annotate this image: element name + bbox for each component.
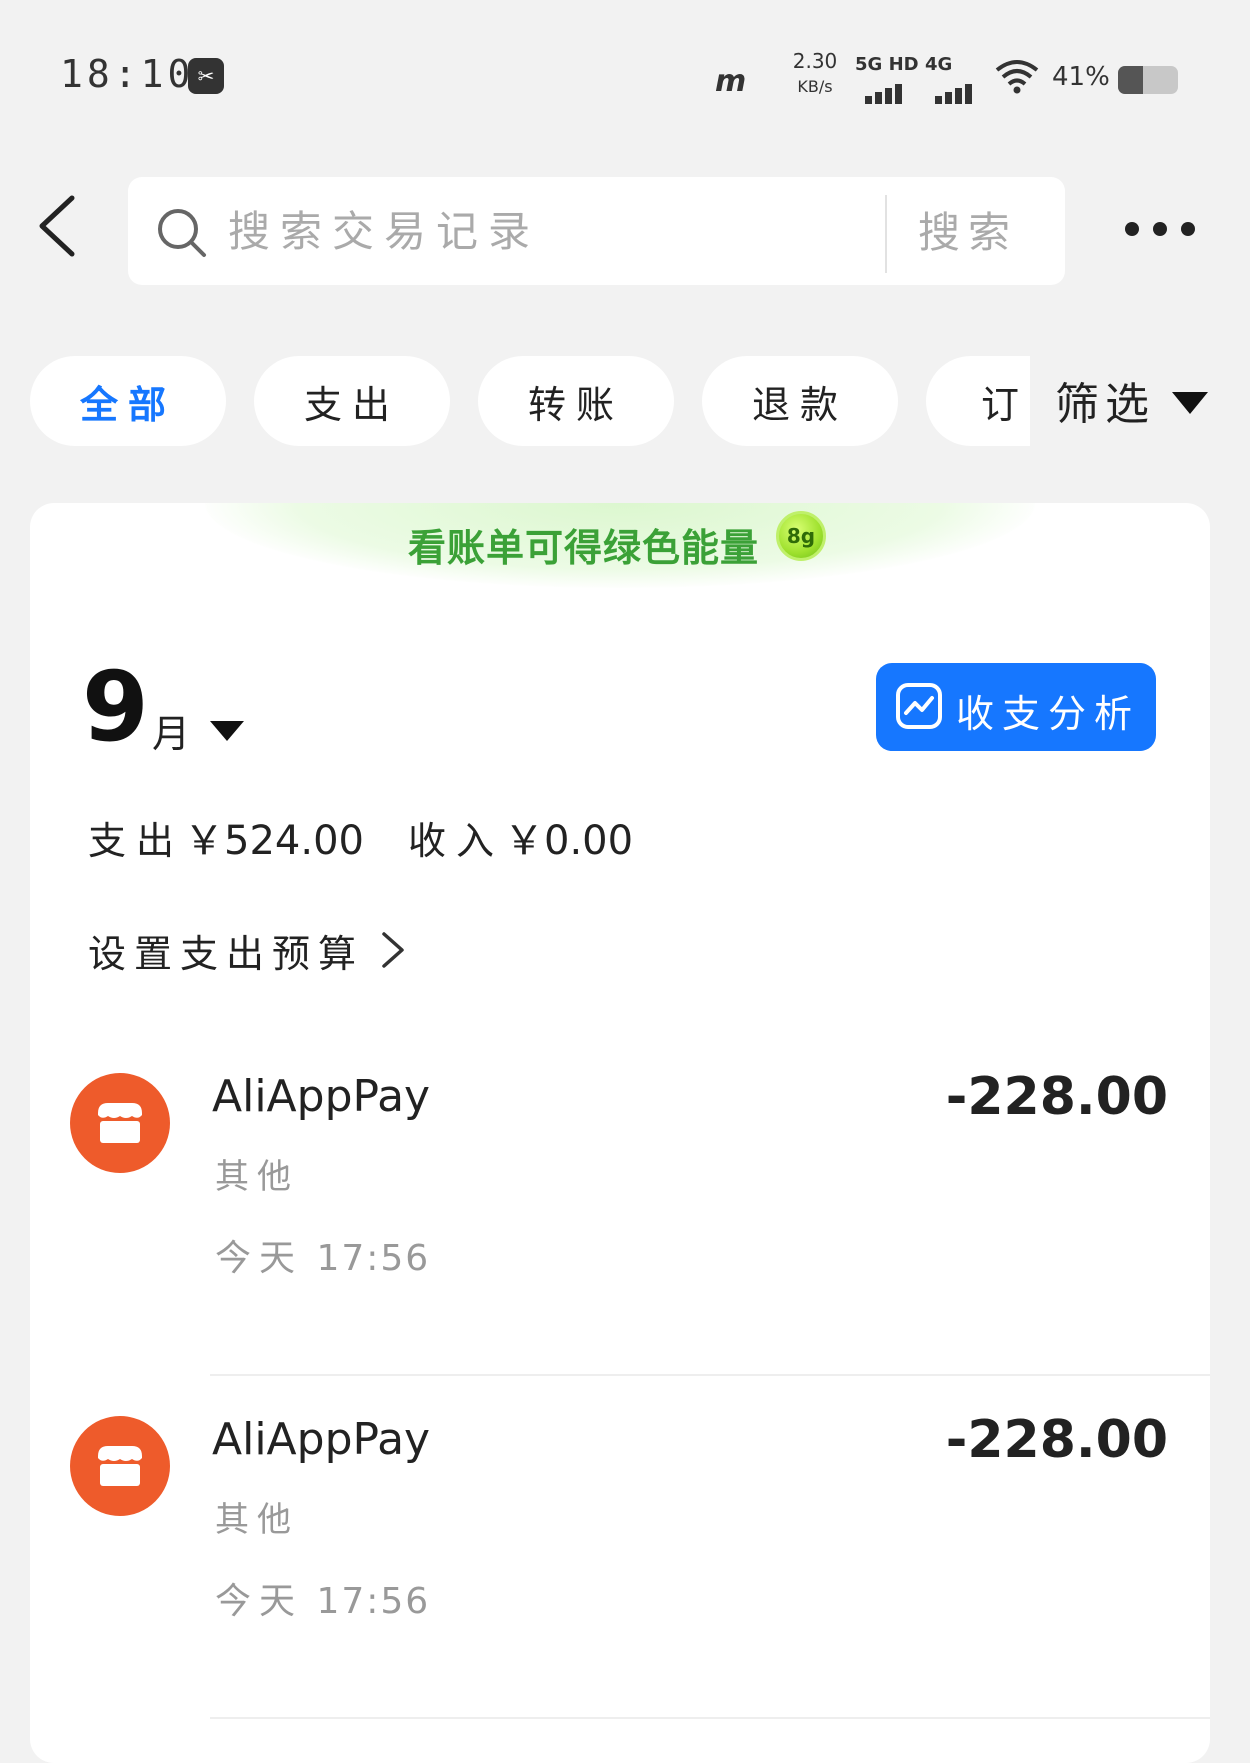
tab-all[interactable]: 全部 (30, 356, 226, 446)
carrier-logo: m (715, 64, 746, 99)
sim1-signal: 5G HD (855, 54, 925, 104)
transaction-date: 今天 (215, 1581, 304, 1622)
caret-down-icon[interactable] (1172, 392, 1208, 414)
transaction-clock: 17:56 (316, 1238, 431, 1279)
tab-transfer[interactable]: 转账 (478, 356, 674, 446)
network-speed-value: 2.30 (792, 49, 838, 73)
income-summary: 收入￥0.00 (408, 808, 633, 866)
transaction-date: 今天 (215, 1238, 304, 1279)
income-label: 收入 (408, 819, 505, 863)
search-icon (158, 209, 206, 257)
transaction-time: 今天 17:56 (215, 1229, 430, 1281)
search-input[interactable] (228, 197, 988, 265)
transaction-time: 今天 17:56 (215, 1572, 430, 1624)
merchant-name: AliAppPay (212, 1071, 431, 1122)
energy-badge-icon: 8g (776, 511, 826, 561)
expense-label: 支出 (88, 819, 185, 863)
search-box[interactable]: 搜索 (128, 177, 1065, 285)
transaction-clock: 17:56 (316, 1581, 431, 1622)
store-icon (98, 1446, 142, 1486)
transaction-amount: -228.00 (945, 1410, 1168, 1470)
chart-icon (896, 683, 942, 729)
network-speed-unit: KB/s (797, 77, 833, 96)
signal-bars-icon (935, 84, 972, 104)
expense-value: ￥524.00 (184, 818, 364, 864)
search-button[interactable]: 搜索 (918, 199, 1018, 260)
wifi-icon (995, 60, 1039, 94)
bill-card: 看账单可得绿色能量 8g 9 月 收支分析 支出￥524.00 收入￥0.00 … (30, 503, 1210, 1763)
status-time: 18:10 (60, 52, 195, 96)
income-value: ￥0.00 (504, 818, 634, 864)
merchant-name: AliAppPay (212, 1414, 431, 1465)
back-icon[interactable] (30, 190, 90, 260)
month-number[interactable]: 9 (82, 651, 149, 763)
status-bar: 18:10 ✂ m 2.30 KB/s 5G HD 4G 41% (0, 0, 1250, 150)
energy-banner-text[interactable]: 看账单可得绿色能量 (408, 517, 759, 572)
merchant-avatar (70, 1073, 170, 1173)
filter-tabs: 全部 支出 转账 退款 订 筛选 (0, 356, 1250, 448)
sim2-signal: 4G (925, 54, 995, 104)
merchant-avatar (70, 1416, 170, 1516)
search-divider (885, 195, 887, 273)
transaction-category: 其他 (215, 1500, 299, 1540)
sim2-label: 4G (925, 54, 953, 75)
month-unit[interactable]: 月 (152, 703, 190, 758)
battery-fill (1118, 66, 1143, 94)
analysis-button-label: 收支分析 (956, 692, 1141, 736)
transaction-amount: -228.00 (945, 1067, 1168, 1127)
network-speed: 2.30 KB/s (780, 48, 850, 100)
sim1-label: 5G HD (855, 54, 919, 75)
screenshot-app-icon: ✂ (188, 58, 224, 94)
caret-down-icon[interactable] (210, 721, 244, 741)
tab-expense[interactable]: 支出 (254, 356, 450, 446)
transaction-row[interactable]: AliAppPay -228.00 其他 今天 17:56 (30, 1376, 1210, 1719)
battery-percent: 41% (1052, 62, 1110, 92)
more-options-icon[interactable] (1125, 222, 1195, 236)
set-budget-link[interactable]: 设置支出预算 (88, 923, 364, 978)
row-divider (210, 1717, 1210, 1719)
expense-summary: 支出￥524.00 (88, 808, 364, 866)
analysis-button[interactable]: 收支分析 (876, 663, 1156, 751)
store-icon (98, 1103, 142, 1143)
transaction-row[interactable]: AliAppPay -228.00 其他 今天 17:56 (30, 1033, 1210, 1376)
battery-icon (1118, 66, 1178, 94)
signal-bars-icon (865, 84, 902, 104)
transaction-category: 其他 (215, 1157, 299, 1197)
tab-refund[interactable]: 退款 (702, 356, 898, 446)
filter-button[interactable]: 筛选 (1055, 368, 1155, 432)
chevron-right-icon[interactable] (378, 928, 408, 972)
top-bar: 搜索 (0, 170, 1250, 290)
